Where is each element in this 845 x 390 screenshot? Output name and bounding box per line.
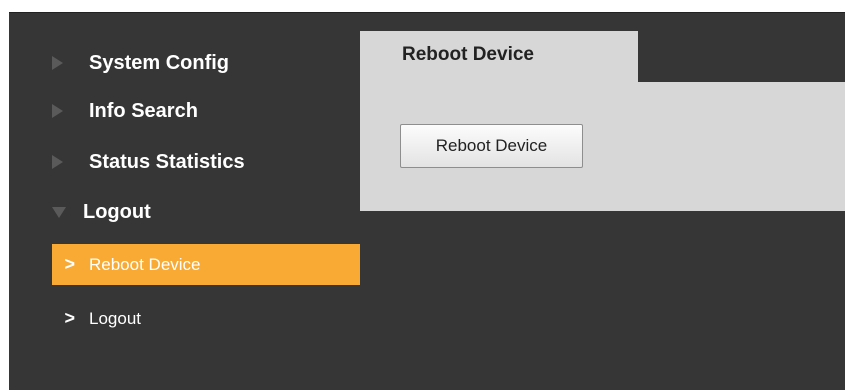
triangle-right-icon [52,155,63,169]
menu-label: Info Search [89,99,198,122]
triangle-down-icon [52,206,66,218]
submenu-label: Reboot Device [89,254,201,274]
tab-reboot-device[interactable]: Reboot Device [360,31,638,82]
submenu-logout[interactable]: > Logout [52,298,360,339]
menu-system-config[interactable]: System Config [52,43,229,83]
menu-status-statistics[interactable]: Status Statistics [52,142,245,182]
menu-label: System Config [89,51,230,74]
triangle-right-icon [52,56,63,70]
chevron-right-icon: > [64,254,75,274]
chevron-right-icon: > [64,308,75,328]
menu-logout[interactable]: Logout [52,192,151,232]
menu-label: Status Statistics [89,150,245,173]
submenu-label: Logout [89,308,141,328]
reboot-device-button[interactable]: Reboot Device [400,124,583,168]
menu-info-search[interactable]: Info Search [52,91,198,131]
menu-label: Logout [83,200,151,223]
triangle-right-icon [52,104,63,118]
tab-label: Reboot Device [402,44,534,65]
submenu-reboot-device[interactable]: > Reboot Device [52,244,360,285]
